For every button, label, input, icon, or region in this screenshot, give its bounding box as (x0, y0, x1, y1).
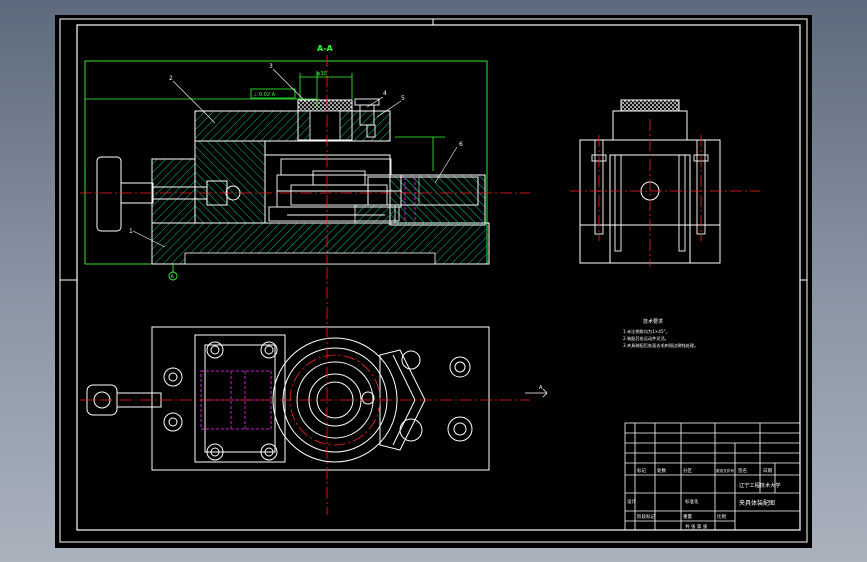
header-signature: 签名 (738, 467, 747, 474)
title-block-text: 标记 处数 分区 更改文件号 签名 日期 设计 标准化 阶段标记 重量 比例 共… (627, 467, 781, 530)
part-number-3: 3 (269, 63, 273, 70)
sheet-label: 共 张 第 张 (685, 523, 708, 530)
tech-requirement-2: 2.装配后各运动件灵活。 (623, 335, 669, 342)
header-count: 处数 (657, 467, 666, 474)
stage-label: 阶段标记 (637, 513, 655, 520)
base-plate (151, 222, 490, 265)
part-number-4: 4 (383, 90, 387, 97)
tolerance-frame: ⊥ 0.02 A (253, 92, 276, 98)
tech-requirements-title: 技术要求 (643, 318, 663, 325)
standardization-label: 标准化 (685, 498, 699, 505)
top-view (86, 326, 490, 471)
side-view-centerlines (570, 119, 760, 267)
header-mark: 标记 (637, 467, 646, 474)
datum-label: A (171, 274, 175, 280)
drawing-title: 夹具体装配图 (739, 499, 775, 507)
part-number-1: 1 (129, 228, 133, 235)
header-zone: 分区 (683, 467, 692, 474)
scale-label: 比例 (717, 513, 726, 520)
section-label: A-A (317, 44, 334, 53)
part-number-5: 5 (401, 95, 405, 102)
header-date: 日期 (763, 468, 772, 474)
drill-bushing (297, 99, 353, 141)
tech-requirements: 技术要求 1.未注倒角均为1×45°。 2.装配后各运动件灵活。 3.夹具装配后… (623, 318, 698, 349)
top-view-centerlines (80, 267, 530, 515)
school-name: 辽宁工程技术大学 (739, 481, 781, 489)
view-arrow (525, 388, 548, 398)
part-number-6: 6 (459, 141, 463, 148)
drawing-viewport[interactable]: A-A φ30 ⊥ 0.02 A 2 3 4 5 6 1 A A 技术要求 1.… (55, 15, 812, 548)
part-number-2: 2 (169, 75, 173, 82)
inner-frame (76, 24, 801, 531)
design-label: 设计 (627, 498, 636, 505)
dimension-value: φ30 (317, 71, 327, 77)
weight-label: 重量 (683, 513, 692, 520)
tech-requirement-3: 3.夹具装配后各面去毛刺锐边倒钝处理。 (623, 342, 698, 349)
view-marker: A (539, 385, 543, 391)
top-view-holes (163, 341, 473, 461)
outer-frame (59, 18, 808, 543)
header-change-doc: 更改文件号 (716, 468, 734, 473)
tech-requirement-1: 1.未注倒角均为1×45°。 (623, 328, 670, 335)
cad-drawing: A-A φ30 ⊥ 0.02 A 2 3 4 5 6 1 A A 技术要求 1.… (59, 18, 808, 543)
title-block (624, 422, 801, 531)
